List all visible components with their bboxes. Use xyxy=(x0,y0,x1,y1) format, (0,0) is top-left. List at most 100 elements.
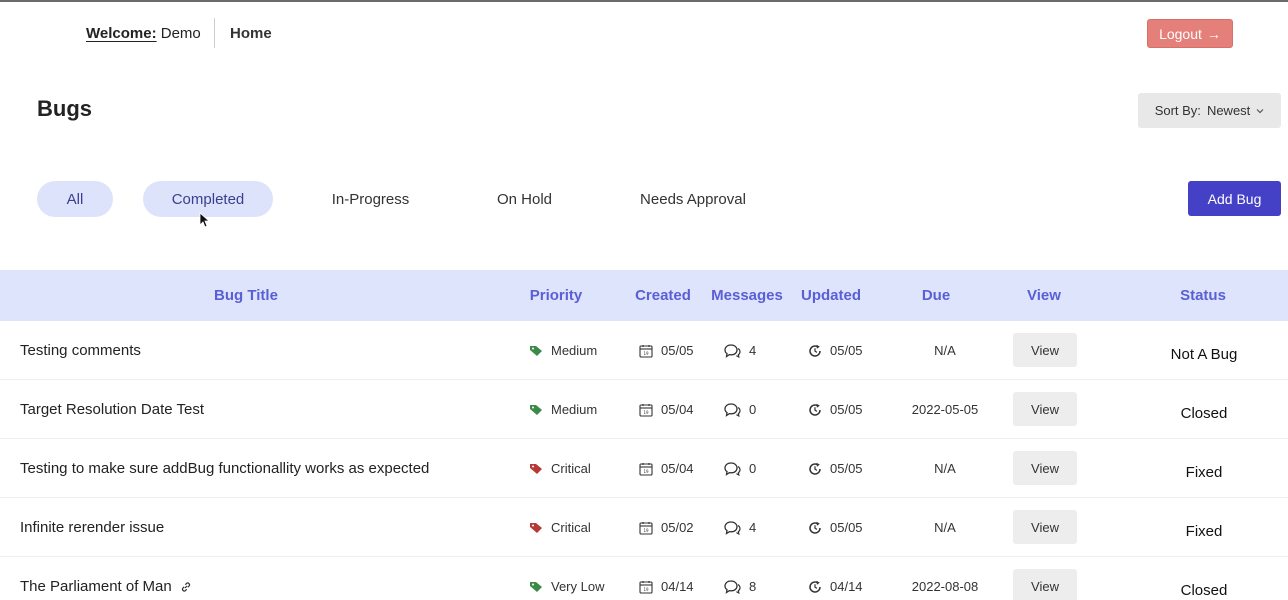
priority-cell: Very Low xyxy=(529,557,604,600)
svg-text:19: 19 xyxy=(643,587,649,592)
calendar-icon: 19 xyxy=(639,521,653,535)
col-messages[interactable]: Messages xyxy=(707,270,787,321)
col-updated[interactable]: Updated xyxy=(795,270,867,321)
updated-cell: 05/05 xyxy=(808,439,863,498)
add-bug-button[interactable]: Add Bug xyxy=(1188,181,1281,216)
svg-text:19: 19 xyxy=(643,351,649,356)
created-date: 04/14 xyxy=(661,579,694,594)
filter-tab-on-hold[interactable]: On Hold xyxy=(482,181,567,217)
updated-cell: 05/05 xyxy=(808,321,863,380)
link-icon[interactable] xyxy=(180,581,192,593)
svg-text:19: 19 xyxy=(643,469,649,474)
message-count: 8 xyxy=(749,579,757,594)
updated-date: 05/05 xyxy=(830,520,863,535)
due-date: 2022-08-08 xyxy=(911,579,979,594)
messages-cell: 4 xyxy=(724,498,756,557)
svg-text:19: 19 xyxy=(643,528,649,533)
bug-title-cell[interactable]: Infinite rerender issue xyxy=(20,498,164,557)
view-button[interactable]: View xyxy=(1013,569,1077,600)
col-priority[interactable]: Priority xyxy=(516,270,596,321)
filter-tab-in-progress[interactable]: In-Progress xyxy=(318,181,423,217)
bug-title-cell[interactable]: Target Resolution Date Test xyxy=(20,380,204,439)
status-label: Fixed xyxy=(1185,523,1223,540)
status-label: Closed xyxy=(1180,582,1228,599)
view-button[interactable]: View xyxy=(1013,510,1077,544)
col-due[interactable]: Due xyxy=(900,270,972,321)
created-cell: 19 04/14 xyxy=(639,557,694,600)
view-button[interactable]: View xyxy=(1013,333,1077,367)
table-row[interactable]: The Parliament of Man Very Low 19 04/14 8 04/… xyxy=(0,557,1288,600)
bug-title[interactable]: Infinite rerender issue xyxy=(20,519,164,536)
refresh-clock-icon xyxy=(808,580,822,594)
bug-title[interactable]: Target Resolution Date Test xyxy=(20,401,204,418)
created-cell: 19 05/04 xyxy=(639,439,694,498)
col-view: View xyxy=(1027,287,1061,304)
refresh-clock-icon xyxy=(808,462,822,476)
due-date: N/A xyxy=(934,461,956,476)
sort-dropdown[interactable]: Sort By: Newest xyxy=(1138,93,1281,128)
view-button[interactable]: View xyxy=(1013,451,1077,485)
sort-value: Newest xyxy=(1206,103,1251,118)
messages-cell: 0 xyxy=(724,439,756,498)
refresh-clock-icon xyxy=(808,344,822,358)
bug-title-cell[interactable]: Testing to make sure addBug functionalli… xyxy=(20,439,429,498)
col-status[interactable]: Status xyxy=(1143,270,1263,321)
priority-label: Medium xyxy=(551,343,598,358)
arrow-right-icon: → xyxy=(1206,25,1221,42)
due-date: N/A xyxy=(934,520,956,535)
logout-button[interactable]: Logout → xyxy=(1147,19,1233,48)
svg-text:19: 19 xyxy=(643,410,649,415)
mouse-pointer-icon xyxy=(199,212,209,228)
bug-title-cell[interactable]: Testing comments xyxy=(20,321,141,380)
calendar-icon: 19 xyxy=(639,344,653,358)
table-row[interactable]: Infinite rerender issue Critical 19 05/02 4 0… xyxy=(0,498,1288,557)
bug-title[interactable]: The Parliament of Man xyxy=(20,578,172,595)
due-date: 2022-05-05 xyxy=(911,402,979,417)
tag-icon xyxy=(529,463,543,475)
tag-icon xyxy=(529,581,543,593)
updated-cell: 05/05 xyxy=(808,380,863,439)
table-row[interactable]: Testing comments Medium 19 05/05 4 05/05 N/A Vi… xyxy=(0,321,1288,380)
created-date: 05/05 xyxy=(661,343,694,358)
chevron-down-icon xyxy=(1256,106,1264,116)
welcome-text: Welcome: Demo xyxy=(86,25,201,42)
created-date: 05/04 xyxy=(661,461,694,476)
welcome-label: Welcome: xyxy=(86,25,157,42)
filter-tab-all[interactable]: All xyxy=(37,181,113,217)
chat-bubbles-icon xyxy=(724,579,741,594)
bug-title-cell[interactable]: The Parliament of Man xyxy=(20,557,200,600)
table-row[interactable]: Target Resolution Date Test Medium 19 05/04… xyxy=(0,380,1288,439)
messages-cell: 8 xyxy=(724,557,756,600)
messages-cell: 0 xyxy=(724,380,756,439)
table-row[interactable]: Testing to make sure addBug functionalli… xyxy=(0,439,1288,498)
created-date: 05/04 xyxy=(661,402,694,417)
sort-label: Sort By: xyxy=(1154,103,1201,118)
status-label: Not A Bug xyxy=(1170,346,1238,363)
created-cell: 19 05/02 xyxy=(639,498,694,557)
chat-bubbles-icon xyxy=(724,520,741,535)
created-date: 05/02 xyxy=(661,520,694,535)
message-count: 0 xyxy=(749,402,757,417)
messages-cell: 4 xyxy=(724,321,756,380)
filter-tab-needs-approval[interactable]: Needs Approval xyxy=(625,181,761,217)
home-link[interactable]: Home xyxy=(230,25,272,42)
refresh-clock-icon xyxy=(808,521,822,535)
status-label: Closed xyxy=(1180,405,1228,422)
updated-cell: 05/05 xyxy=(808,498,863,557)
created-cell: 19 05/04 xyxy=(639,380,694,439)
bug-title[interactable]: Testing comments xyxy=(20,342,141,359)
priority-cell: Critical xyxy=(529,498,591,557)
message-count: 4 xyxy=(749,520,757,535)
due-date: N/A xyxy=(934,343,956,358)
col-bug-title[interactable]: Bug Title xyxy=(0,270,492,321)
priority-label: Very Low xyxy=(551,579,605,594)
page-title: Bugs xyxy=(37,96,92,121)
tag-icon xyxy=(529,404,543,416)
priority-cell: Medium xyxy=(529,380,597,439)
col-created[interactable]: Created xyxy=(628,270,698,321)
view-button[interactable]: View xyxy=(1013,392,1077,426)
bug-title[interactable]: Testing to make sure addBug functionalli… xyxy=(20,460,429,477)
chat-bubbles-icon xyxy=(724,402,741,417)
calendar-icon: 19 xyxy=(639,462,653,476)
status-label: Fixed xyxy=(1185,464,1223,481)
